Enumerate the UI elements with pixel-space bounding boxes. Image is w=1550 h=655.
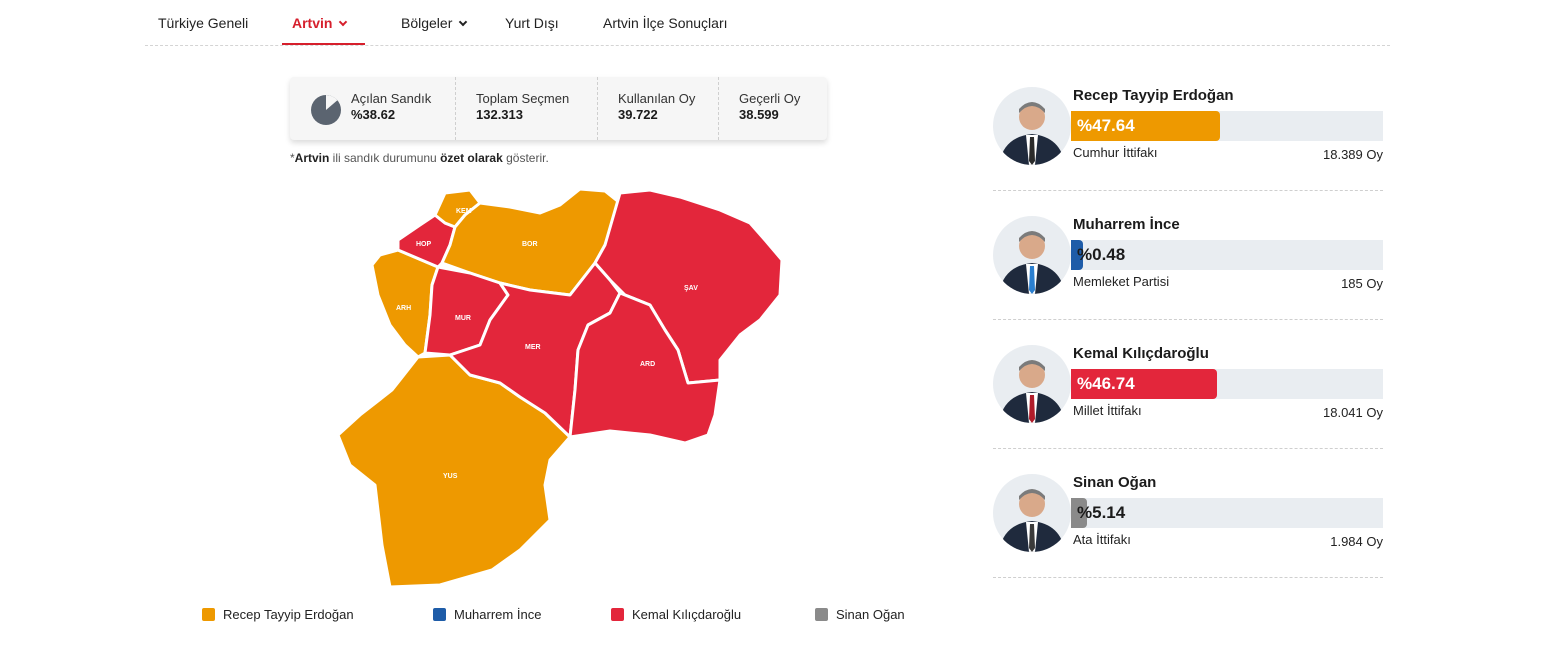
stat-valid-votes: Geçerli Oy 38.599 [739,91,801,122]
summary-note: *Artvin ili sandık durumunu özet olarak … [290,151,549,165]
pie-chart-icon [311,95,341,125]
chevron-down-icon [459,17,468,27]
candidate-party: Cumhur İttifakı [1073,145,1158,160]
candidate-name: Sinan Oğan [1073,474,1157,491]
top-nav: Türkiye Geneli Artvin Bölgeler Yurt Dışı… [145,0,1390,46]
district-label-bor: BOR [522,241,538,248]
candidate-photo [993,474,1071,552]
candidate-card[interactable]: Recep Tayyip Erdoğan %47.64 Cumhur İttif… [993,87,1383,216]
district-label-hop: HOP [416,241,432,248]
divider [993,448,1383,449]
legend-item-ogan: Sinan Oğan [815,607,905,622]
candidate-card[interactable]: Muharrem İnce %0.48 Memleket Partisi 185… [993,216,1383,345]
candidate-name: Muharrem İnce [1073,216,1180,233]
active-tab-indicator [282,43,365,45]
district-label-yus: YUS [443,473,458,480]
candidate-votes: 18.041 Oy [1323,405,1383,420]
vote-percent: %0.48 [1077,245,1126,264]
vote-bar: %47.64 [1071,111,1383,141]
divider [455,77,456,140]
province-map: KEM HOP BOR ŞAV ARH MUR MER ARD YUS [336,187,784,589]
stat-total-voters: Toplam Seçmen 132.313 [476,91,570,122]
candidate-party: Memleket Partisi [1073,274,1170,289]
candidate-photo [993,216,1071,294]
candidate-name: Recep Tayyip Erdoğan [1073,87,1234,104]
divider [993,577,1383,578]
legend-item-ince: Muharrem İnce [433,607,541,622]
tab-ilce-sonuclari[interactable]: Artvin İlçe Sonuçları [603,15,728,31]
vote-bar: %0.48 [1071,240,1383,270]
candidate-photo [993,87,1071,165]
legend-swatch [433,608,446,621]
chevron-down-icon [339,17,348,27]
divider [993,319,1383,320]
legend-swatch [611,608,624,621]
vote-percent: %5.14 [1077,503,1126,522]
candidate-photo [993,345,1071,423]
legend-item-kilicdaroglu: Kemal Kılıçdaroğlu [611,607,741,622]
stat-used-votes: Kullanılan Oy 39.722 [618,91,696,122]
legend-swatch [202,608,215,621]
divider [993,190,1383,191]
district-label-mur: MUR [455,315,471,322]
candidate-votes: 18.389 Oy [1323,147,1383,162]
district-label-kem: KEM [456,208,472,215]
candidate-name: Kemal Kılıçdaroğlu [1073,345,1209,362]
tab-turkiye-geneli[interactable]: Türkiye Geneli [158,15,248,31]
tab-artvin[interactable]: Artvin [292,15,348,31]
candidate-card[interactable]: Kemal Kılıçdaroğlu %46.74 Millet İttifak… [993,345,1383,474]
candidate-votes: 185 Oy [1341,276,1383,291]
vote-percent: %46.74 [1077,374,1135,393]
candidate-card[interactable]: Sinan Oğan %5.14 Ata İttifakı 1.984 Oy [993,474,1383,603]
tab-bolgeler[interactable]: Bölgeler [401,15,468,31]
candidate-party: Millet İttifakı [1073,403,1142,418]
district-label-arh: ARH [396,305,411,312]
candidate-votes: 1.984 Oy [1330,534,1383,549]
district-label-sav: ŞAV [684,285,698,292]
district-label-ard: ARD [640,361,655,368]
divider [718,77,719,140]
divider [597,77,598,140]
tab-yurt-disi[interactable]: Yurt Dışı [505,15,559,31]
legend-item-erdogan: Recep Tayyip Erdoğan [202,607,354,622]
district-label-mer: MER [525,344,541,351]
stat-opened: Açılan Sandık %38.62 [351,91,432,122]
vote-bar: %46.74 [1071,369,1383,399]
vote-bar: %5.14 [1071,498,1383,528]
vote-percent: %47.64 [1077,116,1135,135]
legend-swatch [815,608,828,621]
summary-stats: Açılan Sandık %38.62 Toplam Seçmen 132.3… [290,77,827,140]
candidate-party: Ata İttifakı [1073,532,1131,547]
